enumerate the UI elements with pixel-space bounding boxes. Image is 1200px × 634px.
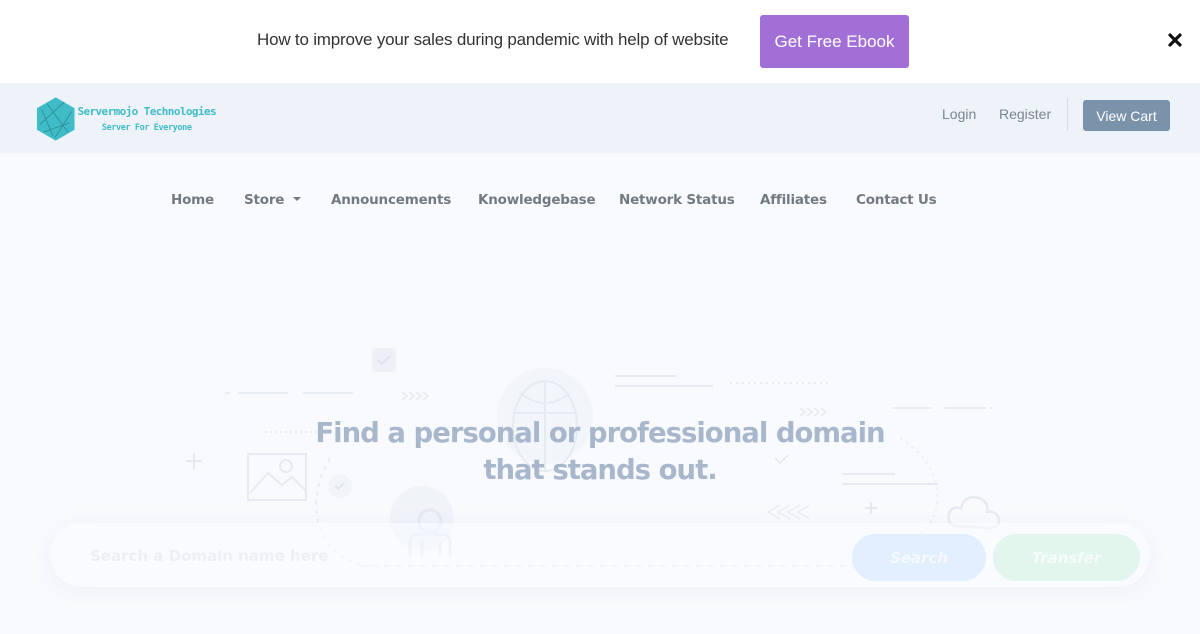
logo[interactable]: Servermojo Technologies Server For Every… <box>36 95 217 143</box>
header-divider <box>1067 98 1068 131</box>
nav-item-store[interactable]: Store <box>244 192 302 208</box>
logo-name: Servermojo Technologies <box>77 105 216 118</box>
domain-search-input[interactable] <box>90 541 690 571</box>
search-button[interactable]: Search <box>852 534 986 581</box>
nav-item-network-status[interactable]: Network Status <box>619 192 735 208</box>
nav-item-home[interactable]: Home <box>171 192 214 208</box>
hero-section: Find a personal or professional domain t… <box>0 248 1200 634</box>
hero-title-line-2: that stands out. <box>483 454 717 486</box>
get-free-ebook-button[interactable]: Get Free Ebook <box>760 15 909 68</box>
view-cart-button[interactable]: View Cart <box>1083 100 1170 131</box>
logo-hexagon-icon <box>36 97 75 141</box>
login-link[interactable]: Login <box>942 106 976 122</box>
site-header: Servermojo Technologies Server For Every… <box>0 83 1200 153</box>
chevron-down-icon <box>293 197 302 201</box>
nav-item-affiliates[interactable]: Affiliates <box>760 192 827 208</box>
nav-item-store-label: Store <box>244 192 285 208</box>
hero-title: Find a personal or professional domain t… <box>250 415 950 489</box>
main-nav: Home Store Announcements Knowledgebase N… <box>0 153 1200 248</box>
transfer-button[interactable]: Transfer <box>993 534 1140 581</box>
promo-bar: How to improve your sales during pandemi… <box>0 0 1200 83</box>
nav-item-contact-us[interactable]: Contact Us <box>856 192 937 208</box>
close-icon[interactable] <box>1166 31 1184 49</box>
nav-item-announcements[interactable]: Announcements <box>331 192 451 208</box>
register-link[interactable]: Register <box>999 106 1051 122</box>
promo-text: How to improve your sales during pandemi… <box>257 30 729 49</box>
nav-item-knowledgebase[interactable]: Knowledgebase <box>478 192 596 208</box>
hero-title-line-1: Find a personal or professional domain <box>315 417 885 449</box>
logo-tagline: Server For Everyone <box>101 123 192 133</box>
